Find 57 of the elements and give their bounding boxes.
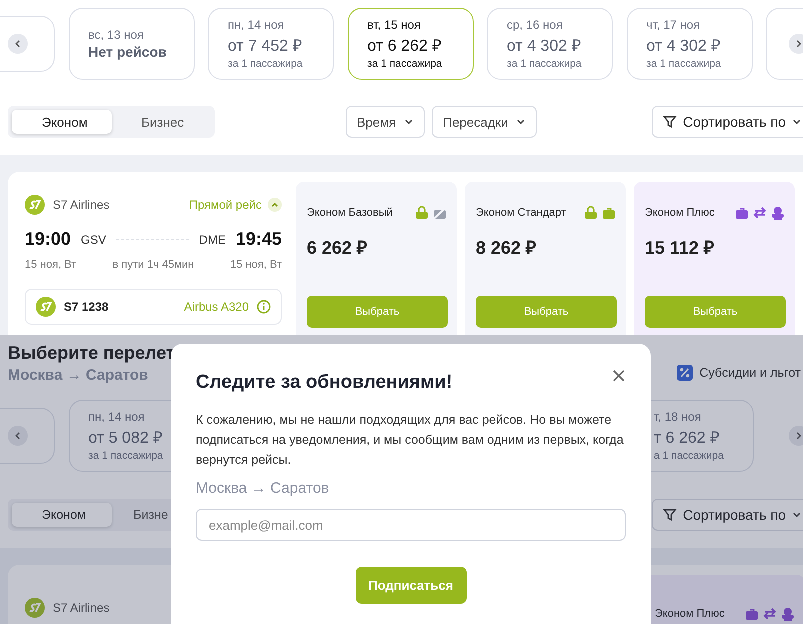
airline-name: S7 Airlines [53,198,110,212]
no-flights-text: Нет рейсов [88,44,168,60]
price-text: т 6 262 ₽ [654,429,720,448]
airport-code: DME [199,232,226,246]
departure-date: 15 ноя, Вт [25,259,77,271]
page-heading: Выберите перелет [8,343,176,364]
passenger-note: а 1 пассажира [654,450,725,462]
passenger-note: за 1 пассажира [646,58,722,70]
passenger-note: за 1 пассажира [368,58,444,70]
airline-name: S7 Airlines [53,601,110,615]
arrival-date: 15 ноя, Вт [230,259,282,271]
dialog-title: Следите за обновлениями! [196,372,453,394]
fare-price: 8 262 ₽ [476,237,538,259]
sort-dropdown[interactable]: Сортировать по [652,106,803,138]
email-field[interactable]: example@mail.com [196,509,626,541]
passenger-note: за 1 пассажира [507,58,583,70]
flight-number: S7 1238 [64,300,109,314]
departure-time: 19:00 [25,229,72,250]
route-text: Москва → Саратов [196,480,330,497]
date-label: вт, 15 ноя [368,18,422,32]
date-label: чт, 17 ноя [646,18,702,32]
passenger-note: за 1 пассажира [88,450,164,462]
fare-name: Эконом Стандарт [476,207,566,219]
dialog-message: К сожалению, мы не нашли подходящих для вас рейсов. Но вы можете подписаться на уведомления, и мы сообщим вам одним из первых, когда вернутся рейсы. [196,412,625,469]
price-text: от 4 302 ₽ [507,37,582,56]
fare-name: Эконом Базовый [307,207,393,219]
fare-name: Эконом Плюс [655,608,725,620]
price-text: от 6 262 ₽ [368,37,442,56]
date-label: пн, 14 ноя [228,18,286,32]
filter-dropdown[interactable]: Пересадки [432,106,538,138]
date-card[interactable]: ср, 16 ноя от 4 302 ₽ за 1 пассажира [487,8,613,80]
date-card[interactable]: пн, 14 ноя от 7 452 ₽ за 1 пассажира [208,8,334,80]
fare-name: Эконом Плюс [645,207,715,219]
date-label: пн, 14 ноя [88,410,146,424]
airport-code: GSV [81,232,106,246]
class-tab[interactable]: Бизнес [112,110,211,134]
flight-duration: в пути 1ч 45мин [112,259,194,271]
price-text: от 7 452 ₽ [228,37,303,56]
price-text: от 4 302 ₽ [646,37,722,56]
passenger-note: за 1 пассажира [228,58,304,70]
filter-dropdown[interactable]: Время [346,106,426,138]
fare-price: 6 262 ₽ [307,237,368,259]
date-card[interactable]: вт, 15 ноя от 6 262 ₽ за 1 пассажира [348,8,474,80]
class-tab[interactable]: Эконом [12,503,112,527]
date-label: вс, 13 ноя [88,28,145,42]
date-label: ср, 16 ноя [507,18,564,32]
fare-price: 15 112 ₽ [645,237,716,259]
date-card[interactable]: вс, 13 ноя Нет рейсов [68,8,194,80]
route-text: Москва → Саратов [8,367,150,384]
aircraft-name: Airbus A320 [184,300,249,314]
arrival-time: 19:45 [236,229,282,250]
sort-dropdown[interactable]: Сортировать по [652,499,803,531]
date-label: т, 18 ноя [654,410,702,424]
class-tab[interactable]: Эконом [12,110,112,134]
price-text: от 5 082 ₽ [88,429,164,448]
date-card[interactable]: чт, 17 ноя от 4 302 ₽ за 1 пассажира [626,8,752,80]
subsidies-link[interactable]: Субсидии и льгот [700,366,801,380]
